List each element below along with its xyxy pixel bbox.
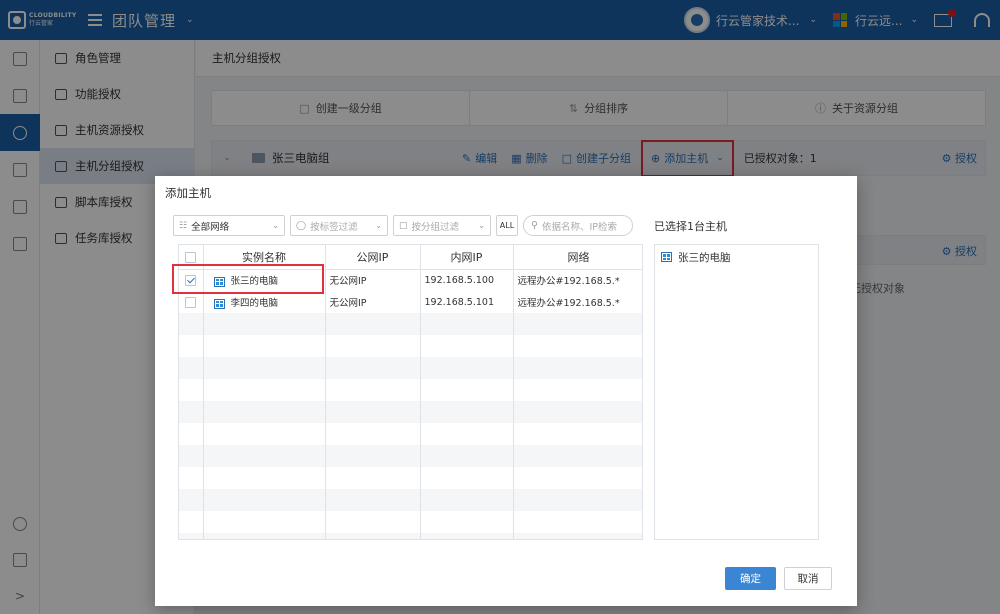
confirm-button[interactable]: 确定 bbox=[725, 567, 776, 590]
row-checkbox[interactable] bbox=[179, 291, 204, 313]
folder-icon: □ bbox=[399, 220, 408, 231]
network-cell: 远程办公#192.168.5.* bbox=[513, 269, 642, 291]
cancel-button[interactable]: 取消 bbox=[784, 567, 832, 590]
network-select[interactable]: ☷ 全部网络 ⌄ bbox=[173, 215, 285, 236]
column-header[interactable]: 网络 bbox=[513, 245, 642, 270]
group-filter-select[interactable]: □ 按分组过滤 ⌄ bbox=[393, 215, 491, 236]
tag-filter-select[interactable]: ◯ 按标签过滤 ⌄ bbox=[290, 215, 388, 236]
dialog-title: 添加主机 bbox=[165, 186, 211, 200]
tag-filter-placeholder: 按标签过滤 bbox=[310, 221, 358, 233]
windows-icon bbox=[661, 252, 672, 262]
table-empty-row bbox=[179, 379, 642, 401]
selected-host-item[interactable]: 张三的电脑 bbox=[655, 245, 818, 269]
private-ip-cell: 192.168.5.101 bbox=[420, 291, 514, 313]
private-ip-cell: 192.168.5.100 bbox=[420, 269, 514, 291]
tag-icon: ◯ bbox=[296, 220, 307, 231]
instance-name: 李四的电脑 bbox=[230, 298, 279, 309]
selected-row-highlight bbox=[172, 264, 324, 294]
add-host-dialog: 添加主机 ☷ 全部网络 ⌄ ◯ 按标签过滤 ⌄ □ 按分组过滤 ⌄ ALL ⚲ 依据名称、IP… bbox=[155, 176, 857, 606]
network-icon: ☷ bbox=[179, 220, 188, 231]
public-ip-cell: 无公网IP bbox=[325, 291, 421, 313]
instance-name-cell: 李四的电脑 bbox=[203, 291, 326, 313]
table-empty-row bbox=[179, 511, 642, 533]
table-empty-row bbox=[179, 335, 642, 357]
table-row[interactable]: 李四的电脑 无公网IP 192.168.5.101 远程办公#192.168.5… bbox=[179, 291, 642, 313]
table-empty-row bbox=[179, 445, 642, 467]
all-button[interactable]: ALL bbox=[496, 215, 518, 236]
chevron-down-icon: ⌄ bbox=[272, 221, 279, 230]
table-empty-row bbox=[179, 357, 642, 379]
search-input[interactable]: ⚲ 依据名称、IP检索 bbox=[523, 215, 633, 236]
chevron-down-icon: ⌄ bbox=[375, 221, 382, 230]
search-placeholder: 依据名称、IP检索 bbox=[541, 221, 617, 233]
filter-bar: ☷ 全部网络 ⌄ ◯ 按标签过滤 ⌄ □ 按分组过滤 ⌄ ALL ⚲ 依据名称、IP检索 bbox=[173, 215, 633, 236]
table-empty-row bbox=[179, 533, 642, 539]
column-header[interactable]: 公网IP bbox=[325, 245, 421, 270]
table-empty-row bbox=[179, 423, 642, 445]
selected-count-title: 已选择1台主机 bbox=[654, 220, 727, 233]
table-empty-row bbox=[179, 313, 642, 335]
table-empty-row bbox=[179, 467, 642, 489]
public-ip-cell: 无公网IP bbox=[325, 269, 421, 291]
chevron-down-icon: ⌄ bbox=[478, 221, 485, 230]
windows-icon bbox=[213, 298, 225, 309]
search-icon: ⚲ bbox=[531, 220, 538, 231]
network-cell: 远程办公#192.168.5.* bbox=[513, 291, 642, 313]
selected-host-name: 张三的电脑 bbox=[678, 251, 731, 264]
network-select-value: 全部网络 bbox=[191, 221, 230, 233]
column-header[interactable]: 内网IP bbox=[420, 245, 514, 270]
table-empty-row bbox=[179, 401, 642, 423]
selected-hosts-panel: 张三的电脑 bbox=[654, 244, 819, 540]
group-filter-placeholder: 按分组过滤 bbox=[411, 221, 460, 233]
table-empty-row bbox=[179, 489, 642, 511]
